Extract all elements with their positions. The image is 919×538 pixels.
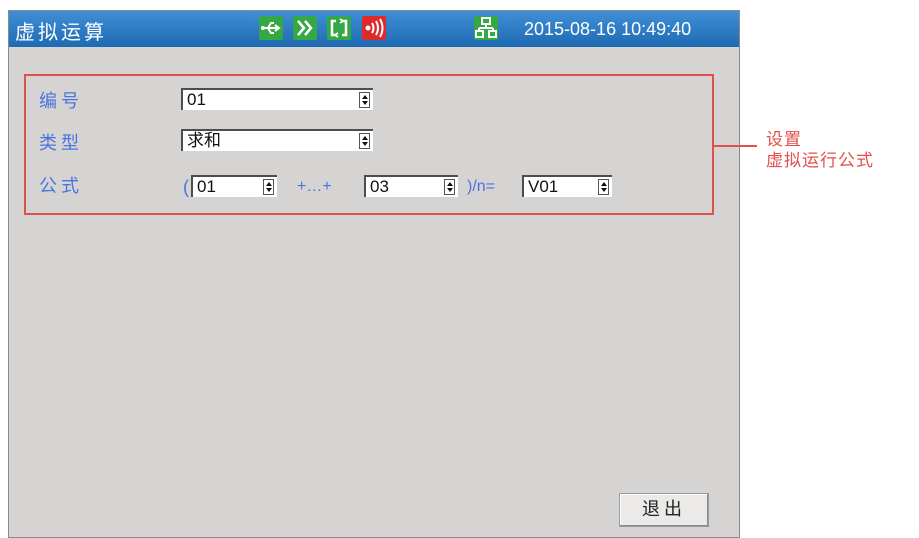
exit-button[interactable]: 退出 [619,493,709,527]
spinner-icon[interactable] [359,92,370,108]
annotation-pointer [713,145,757,147]
number-label: 编号 [39,91,83,112]
annotation-line2: 虚拟运行公式 [766,151,874,171]
formula-start-value: 01 [197,177,216,196]
formula-end-select[interactable]: 03 [364,175,458,197]
formula-result-value: V01 [528,177,559,196]
divide-n-label: )/n= [467,178,496,195]
alarm-icon [362,16,386,40]
usb-icon [259,16,283,40]
formula-result-select[interactable]: V01 [522,175,612,197]
type-value: 求和 [187,131,221,150]
number-value: 01 [187,90,206,109]
spinner-icon[interactable] [598,179,609,195]
screen-title: 虚拟运算 [15,20,107,44]
formula-start-select[interactable]: 01 [191,175,277,197]
spinner-icon[interactable] [263,179,274,195]
forward-icon [293,16,317,40]
device-screen: 虚拟运算 2015-08-16 10:49:40 编号 01 类型 求和 公式 … [8,10,740,538]
formula-end-value: 03 [370,177,389,196]
open-paren: ( [183,177,189,197]
title-bar: 虚拟运算 2015-08-16 10:49:40 [9,11,739,47]
datetime-display: 2015-08-16 10:49:40 [524,19,692,39]
number-select[interactable]: 01 [181,88,373,110]
spinner-icon[interactable] [444,179,455,195]
sync-icon [327,16,351,40]
formula-label: 公式 [39,176,83,197]
spinner-icon[interactable] [359,133,370,149]
network-icon [474,16,498,40]
type-select[interactable]: 求和 [181,129,373,151]
plus-ellipsis: +…+ [297,178,332,195]
type-label: 类型 [39,133,83,154]
